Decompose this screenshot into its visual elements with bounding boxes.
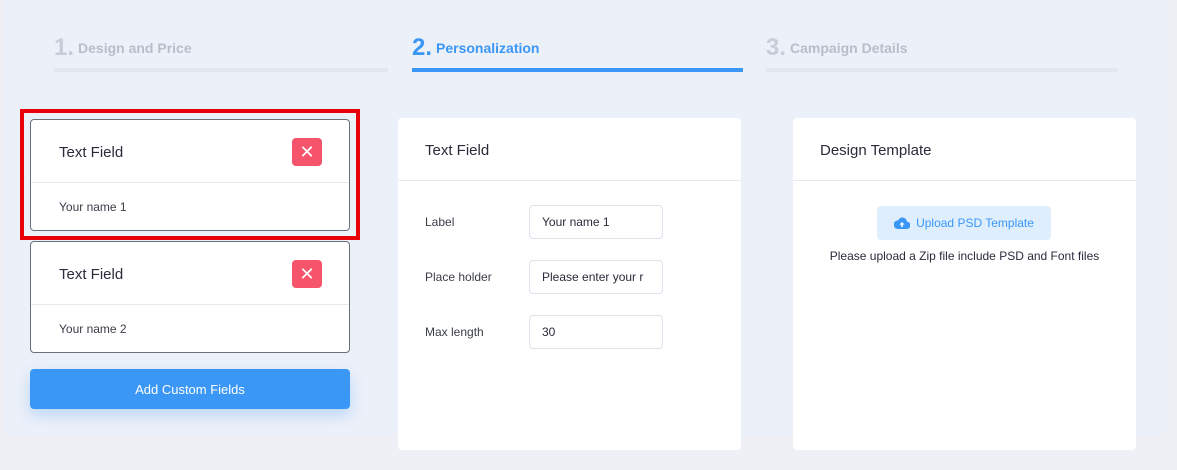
cloud-upload-icon — [894, 217, 911, 229]
add-custom-fields-button[interactable]: Add Custom Fields — [30, 369, 350, 409]
placeholder-input[interactable] — [529, 260, 663, 294]
max-length-label: Max length — [425, 325, 484, 339]
card-title: Design Template — [793, 118, 1136, 181]
upload-button-label: Upload PSD Template — [916, 216, 1034, 230]
field-card-value: Your name 1 — [59, 200, 127, 214]
step-progress-line — [766, 68, 1118, 72]
delete-field-button[interactable]: ✕ — [292, 138, 322, 166]
close-icon: ✕ — [299, 263, 315, 284]
step-campaign-details[interactable]: 3. Campaign Details — [766, 34, 1118, 74]
label-label: Label — [425, 215, 455, 229]
field-card-header: Text Field ✕ — [31, 242, 349, 305]
step-progress-line — [54, 68, 388, 72]
step-title: Campaign Details — [790, 40, 908, 56]
upload-psd-template-button[interactable]: Upload PSD Template — [877, 206, 1051, 240]
field-card-title: Text Field — [59, 144, 124, 161]
placeholder-row: Place holder — [425, 260, 745, 294]
step-number: 3. — [766, 34, 787, 61]
step-personalization[interactable]: 2. Personalization — [412, 34, 743, 74]
step-title: Personalization — [436, 40, 540, 56]
custom-field-card[interactable]: Text Field ✕ Your name 2 — [30, 241, 350, 353]
custom-field-card[interactable]: Text Field ✕ Your name 1 — [30, 119, 350, 231]
delete-field-button[interactable]: ✕ — [292, 260, 322, 288]
upload-note: Please upload a Zip file include PSD and… — [829, 249, 1100, 263]
step-progress-line — [412, 68, 743, 72]
design-template-card: Design Template Upload PSD Template Plea… — [793, 118, 1136, 450]
step-title: Design and Price — [78, 40, 192, 56]
step-number: 2. — [412, 34, 433, 61]
field-card-header: Text Field ✕ — [31, 120, 349, 183]
max-length-row: Max length — [425, 315, 745, 349]
placeholder-label: Place holder — [425, 270, 492, 284]
field-card-value: Your name 2 — [59, 322, 127, 336]
close-icon: ✕ — [299, 141, 315, 162]
label-input[interactable] — [529, 205, 663, 239]
label-row: Label — [425, 205, 745, 239]
field-card-title: Text Field — [59, 266, 124, 283]
step-design-and-price[interactable]: 1. Design and Price — [54, 34, 388, 74]
card-title: Text Field — [398, 118, 741, 181]
max-length-input[interactable] — [529, 315, 663, 349]
step-number: 1. — [54, 34, 75, 61]
text-field-config-card: Text Field Label Place holder Max length — [398, 118, 741, 450]
